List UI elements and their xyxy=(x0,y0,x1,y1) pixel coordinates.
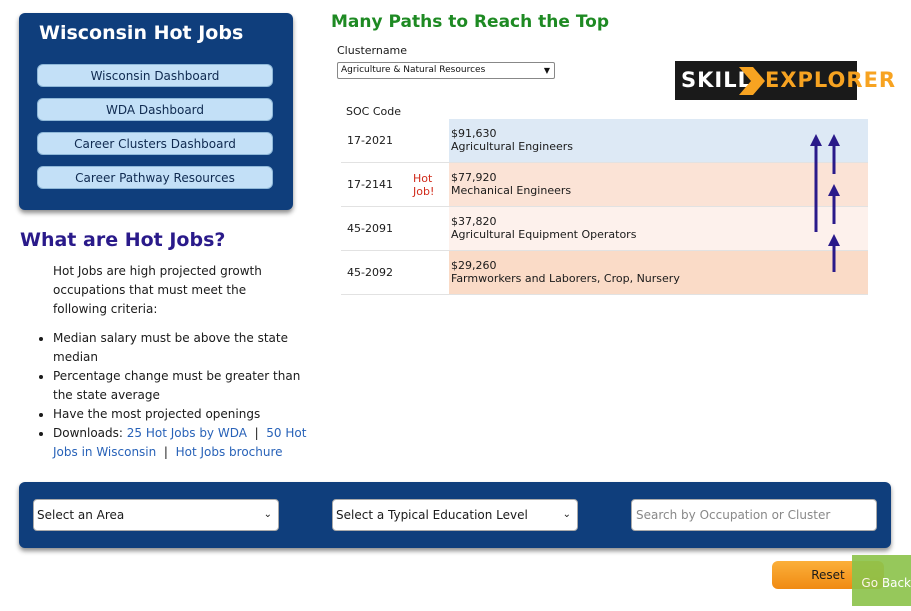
wda-dashboard-button[interactable]: WDA Dashboard xyxy=(37,98,273,121)
job-row[interactable]: 45-2091 $37,820 Agricultural Equipment O… xyxy=(341,207,868,251)
criteria-item: Median salary must be above the state me… xyxy=(53,329,308,367)
job-row[interactable]: 17-2021 $91,630 Agricultural Engineers xyxy=(341,119,868,163)
hot-job-badge: Hot Job! xyxy=(413,172,435,198)
arrow-up-icon xyxy=(810,134,822,232)
search-bar: Select an Area ⌄ Select a Typical Educat… xyxy=(19,482,891,548)
dropdown-caret-icon: ▼ xyxy=(543,66,550,75)
arrow-up-icon xyxy=(828,134,840,174)
code-cell: 45-2091 xyxy=(341,207,449,250)
go-back-button[interactable]: Go Back xyxy=(852,555,911,606)
career-pathway-resources-button[interactable]: Career Pathway Resources xyxy=(37,166,273,189)
chevron-right-icon xyxy=(739,67,765,95)
code-cell: 17-2021 xyxy=(341,119,449,162)
downloads-item: Downloads: 25 Hot Jobs by WDA | 50 Hot J… xyxy=(53,424,308,462)
criteria-list: Median salary must be above the state me… xyxy=(35,329,308,462)
job-title: Agricultural Equipment Operators xyxy=(451,228,637,241)
paths-title: Many Paths to Reach the Top xyxy=(331,12,610,32)
area-select[interactable]: Select an Area ⌄ xyxy=(33,499,279,531)
clustername-label: Clustername xyxy=(337,44,408,57)
job-salary: $29,260 xyxy=(451,259,497,272)
hot-jobs-title: Wisconsin Hot Jobs xyxy=(39,22,244,44)
hot-jobs-panel: Wisconsin Hot Jobs Wisconsin Dashboard W… xyxy=(19,13,293,210)
job-salary: $91,630 xyxy=(451,127,497,140)
hot-jobs-brochure-link[interactable]: Hot Jobs brochure xyxy=(176,445,283,459)
soc-code-header: SOC Code xyxy=(346,105,401,118)
soc-code: 45-2091 xyxy=(347,222,393,235)
arrow-up-icon xyxy=(828,234,840,272)
clustername-value: Agriculture & Natural Resources xyxy=(341,65,486,75)
downloads-label: Downloads: xyxy=(53,426,123,440)
career-clusters-dashboard-button[interactable]: Career Clusters Dashboard xyxy=(37,132,273,155)
soc-code: 17-2021 xyxy=(347,134,393,147)
soc-code: 45-2092 xyxy=(347,266,393,279)
chevron-down-icon: ⌄ xyxy=(562,509,571,520)
criteria-item: Percentage change must be greater than t… xyxy=(53,367,308,405)
job-row[interactable]: 45-2092 $29,260 Farmworkers and Laborers… xyxy=(341,251,868,295)
hot-jobs-intro: Hot Jobs are high projected growth occup… xyxy=(53,264,262,316)
clustername-select[interactable]: Agriculture & Natural Resources ▼ xyxy=(337,62,555,79)
code-cell: 17-2141 Hot Job! xyxy=(341,163,449,206)
job-title: Farmworkers and Laborers, Crop, Nursery xyxy=(451,272,680,285)
job-title: Agricultural Engineers xyxy=(451,140,573,153)
separator: | xyxy=(254,426,259,440)
job-row[interactable]: 17-2141 Hot Job! $77,920 Mechanical Engin… xyxy=(341,163,868,207)
soc-code: 17-2141 xyxy=(347,178,393,191)
chevron-down-icon: ⌄ xyxy=(263,509,272,520)
what-are-hot-jobs-heading: What are Hot Jobs? xyxy=(20,229,226,251)
wisconsin-dashboard-button[interactable]: Wisconsin Dashboard xyxy=(37,64,273,87)
skill-explorer-logo: SKILL EXPLORER xyxy=(675,61,895,100)
career-path-arrows xyxy=(810,134,840,272)
job-title: Mechanical Engineers xyxy=(451,184,572,197)
job-salary: $77,920 xyxy=(451,171,497,184)
education-level-select[interactable]: Select a Typical Education Level ⌄ xyxy=(332,499,578,531)
criteria-item: Have the most projected openings xyxy=(53,405,308,424)
arrow-up-icon xyxy=(828,184,840,224)
separator: | xyxy=(163,445,168,459)
code-cell: 45-2092 xyxy=(341,251,449,294)
download-25-hot-jobs-link[interactable]: 25 Hot Jobs by WDA xyxy=(127,426,247,440)
occupation-search-input[interactable] xyxy=(631,499,877,531)
job-salary: $37,820 xyxy=(451,215,497,228)
logo-word-explorer: EXPLORER xyxy=(765,68,897,92)
